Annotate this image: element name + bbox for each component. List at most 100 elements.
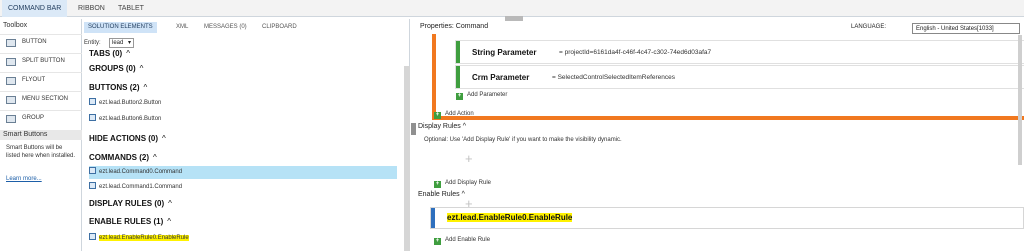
properties-scrollbar[interactable] <box>1018 35 1022 165</box>
toolbox-panel: Toolbox BUTTON SPLIT BUTTON FLYOUT MENU … <box>0 19 82 251</box>
tool-label: GROUP <box>22 115 45 121</box>
toolbox-title: Toolbox <box>3 22 28 29</box>
tab-ribbon[interactable]: RIBBON <box>72 0 111 17</box>
add-parameter-link[interactable]: + Add Parameter <box>456 92 507 100</box>
command-item-icon <box>89 167 96 174</box>
toolbox-item-button[interactable]: BUTTON <box>0 34 82 51</box>
enable-rule-item[interactable]: ezt.lead.EnableRule0.EnableRule <box>89 232 397 245</box>
tool-label: FLYOUT <box>22 77 46 83</box>
toolbox-item-group[interactable]: GROUP <box>0 110 82 127</box>
flyout-icon <box>6 77 16 85</box>
button-item[interactable]: ezt.lead.Button2.Button <box>89 97 397 110</box>
menu-section-icon <box>6 96 16 104</box>
enable-rules-header[interactable]: Enable Rules ^ <box>418 191 465 198</box>
toolbox-item-flyout[interactable]: FLYOUT <box>0 72 82 89</box>
button-item-label: ezt.lead.Button2.Button <box>99 100 162 106</box>
string-parameter-row[interactable]: String Parameter = projectId=6161da4f-c4… <box>456 41 1024 63</box>
add-icon: + <box>434 181 441 188</box>
tab-tablet[interactable]: TABLET <box>112 0 150 17</box>
smart-buttons-text: Smart Buttons will be listed here when i… <box>6 145 76 159</box>
display-rules-header[interactable]: Display Rules ^ <box>418 123 466 130</box>
section-groups[interactable]: GROUPS (0) ^ <box>89 64 143 73</box>
group-icon <box>6 115 16 123</box>
tool-label: MENU SECTION <box>22 96 69 102</box>
section-commands[interactable]: COMMANDS (2) ^ <box>89 153 157 162</box>
language-label: LANGUAGE: <box>851 24 887 30</box>
tool-label: SPLIT BUTTON <box>22 58 65 64</box>
properties-title: Properties: Command <box>420 23 489 30</box>
section-label: ENABLE RULES (1) <box>89 217 164 226</box>
chevron-up-icon: ^ <box>162 134 166 143</box>
enable-rule-row[interactable]: ezt.lead.EnableRule0.EnableRule <box>431 208 1023 228</box>
button-item[interactable]: ezt.lead.Button6.Button <box>89 113 397 126</box>
section-buttons[interactable]: BUTTONS (2) ^ <box>89 83 147 92</box>
tab-clipboard[interactable]: CLIPBOARD <box>258 22 301 33</box>
parameter-name: String Parameter <box>472 48 537 57</box>
add-icon: + <box>434 238 441 245</box>
command-item-icon <box>89 182 96 189</box>
properties-panel: Properties: Command LANGUAGE: English - … <box>418 19 1024 251</box>
parameter-value: = projectId=6161da4f-c46f-4c47-c302-74ed… <box>559 49 712 56</box>
add-action-link[interactable]: + Add Action <box>434 111 474 119</box>
button-item-icon <box>89 114 96 121</box>
tab-solution-elements[interactable]: SOLUTION ELEMENTS <box>84 22 157 33</box>
add-action-label: Add Action <box>445 111 474 117</box>
chevron-up-icon: ^ <box>126 49 130 58</box>
section-display-rules[interactable]: DISPLAY RULES (0) ^ <box>89 199 172 208</box>
chevron-up-icon: ^ <box>153 153 157 162</box>
section-label: TABS (0) <box>89 49 123 58</box>
chevron-up-icon: ^ <box>143 83 148 92</box>
entity-label: Entity: <box>84 40 101 46</box>
button-icon <box>6 39 16 47</box>
section-label: HIDE ACTIONS (0) <box>89 134 159 143</box>
command-item-label: ezt.lead.Command0.Command <box>99 169 183 175</box>
toolbox-item-split-button[interactable]: SPLIT BUTTON <box>0 53 82 70</box>
add-icon: + <box>456 93 463 100</box>
add-parameter-label: Add Parameter <box>467 92 508 98</box>
command-item[interactable]: ezt.lead.Command1.Command <box>89 181 397 194</box>
tool-label: BUTTON <box>22 39 47 45</box>
section-hide-actions[interactable]: HIDE ACTIONS (0) ^ <box>89 134 166 143</box>
button-item-label: ezt.lead.Button6.Button <box>99 116 162 122</box>
panel-splitter[interactable] <box>411 123 416 135</box>
learn-more-link[interactable]: Learn more... <box>6 176 42 182</box>
entity-dropdown[interactable]: lead ▾ <box>109 38 134 48</box>
crm-parameter-row[interactable]: Crm Parameter = SelectedControlSelectedI… <box>456 66 1024 88</box>
section-label: Display Rules <box>418 123 461 130</box>
tab-xml[interactable]: XML <box>172 22 192 33</box>
solution-elements-panel: SOLUTION ELEMENTS XML MESSAGES (0) CLIPB… <box>84 19 473 251</box>
section-enable-rules[interactable]: ENABLE RULES (1) ^ <box>89 217 171 226</box>
tab-messages[interactable]: MESSAGES (0) <box>200 22 251 33</box>
parameter-name: Crm Parameter <box>472 73 530 82</box>
add-icon: + <box>434 112 441 119</box>
chevron-up-icon: ^ <box>461 191 465 198</box>
top-tab-bar: COMMAND BAR RIBBON TABLET <box>0 0 1024 17</box>
enable-rule-name: ezt.lead.EnableRule0.EnableRule <box>447 213 573 222</box>
section-tabs[interactable]: TABS (0) ^ <box>89 49 130 58</box>
chevron-up-icon: ^ <box>139 64 144 73</box>
action-container: String Parameter = projectId=6161da4f-c4… <box>432 34 1024 120</box>
chevron-up-icon: ^ <box>462 123 467 130</box>
display-rules-hint: Optional: Use 'Add Display Rule' if you … <box>424 137 622 143</box>
language-value: English - United States[1033] <box>916 26 994 32</box>
section-label: DISPLAY RULES (0) <box>89 199 165 208</box>
add-enable-rule-link[interactable]: + Add Enable Rule <box>434 237 490 245</box>
command-item-selected[interactable]: ezt.lead.Command0.Command <box>89 166 397 179</box>
split-button-icon <box>6 58 16 66</box>
middle-scrollbar[interactable] <box>404 66 410 251</box>
section-label: Enable Rules <box>418 191 460 198</box>
add-display-rule-label: Add Display Rule <box>445 180 492 186</box>
section-label: BUTTONS (2) <box>89 83 140 92</box>
enable-rule-label: ezt.lead.EnableRule0.EnableRule <box>99 235 189 241</box>
command-item-label: ezt.lead.Command1.Command <box>99 184 183 190</box>
add-display-rule-link[interactable]: + Add Display Rule <box>434 180 491 188</box>
entity-value: lead <box>112 40 124 46</box>
tab-command-bar[interactable]: COMMAND BAR <box>2 0 68 17</box>
language-dropdown[interactable]: English - United States[1033] <box>912 23 1020 34</box>
toolbox-item-menu-section[interactable]: MENU SECTION <box>0 91 82 108</box>
parameter-value: = SelectedControlSelectedItemReferences <box>552 74 676 81</box>
chevron-down-icon: ▾ <box>127 40 131 46</box>
button-item-icon <box>89 98 96 105</box>
add-enable-rule-label: Add Enable Rule <box>445 237 491 243</box>
enable-rule-icon <box>89 233 96 240</box>
